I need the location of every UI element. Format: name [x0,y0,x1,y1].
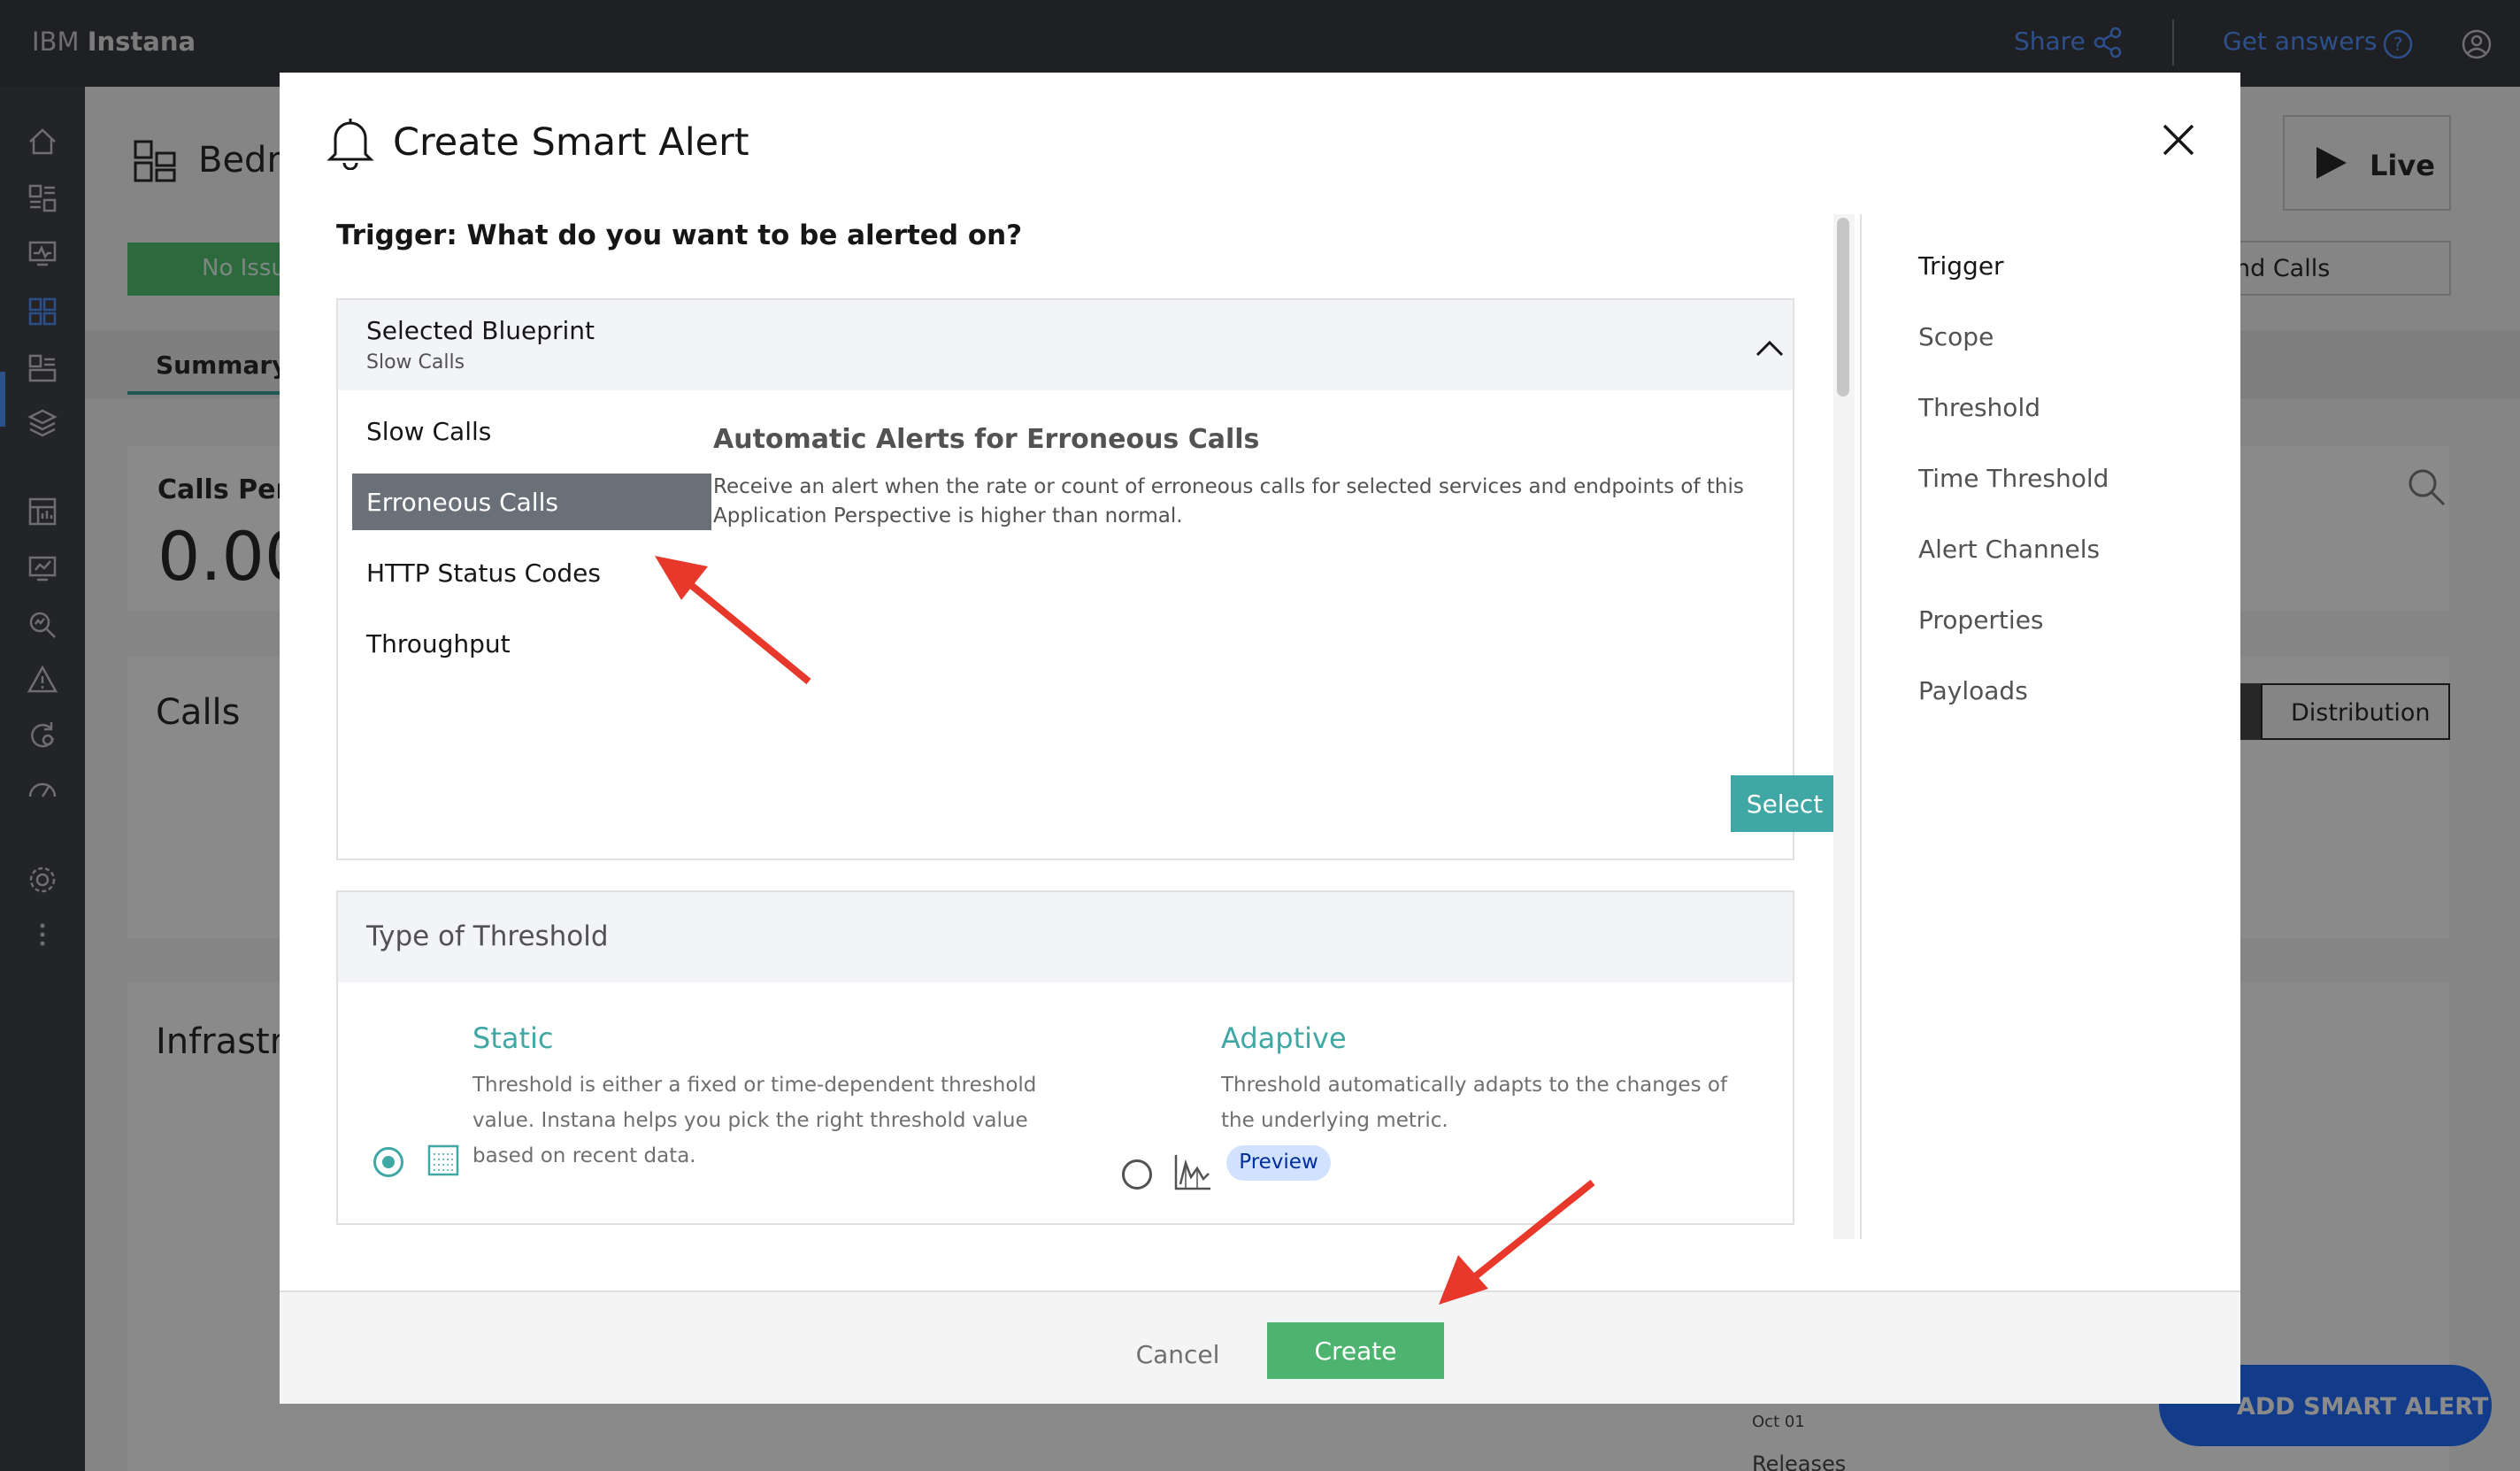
select-button[interactable]: Select [1731,775,1839,832]
blueprint-item-erroneous-calls[interactable]: Erroneous Calls [352,474,711,530]
blueprint-header-selected: Slow Calls [366,351,465,374]
trigger-question: Trigger: What do you want to be alerted … [336,219,1023,251]
step-alert-channels[interactable]: Alert Channels [1918,535,2100,564]
step-nav-divider [1860,214,1862,1239]
threshold-type-title: Type of Threshold [366,920,609,952]
dialog-title: Create Smart Alert [393,120,749,165]
blueprint-panel: Selected Blueprint Slow Calls Slow Calls… [336,298,1839,860]
step-properties[interactable]: Properties [1918,605,2044,635]
content-scrollbar-thumb[interactable] [1837,218,1849,397]
blueprint-header-title: Selected Blueprint [366,316,595,345]
blueprint-item-slow-calls[interactable]: Slow Calls [352,403,711,459]
static-threshold-icon [427,1144,459,1176]
adaptive-title[interactable]: Adaptive [1221,1021,1347,1055]
blueprint-description-title: Automatic Alerts for Erroneous Calls [713,424,1260,455]
create-button[interactable]: Create [1267,1322,1444,1379]
step-time-threshold[interactable]: Time Threshold [1918,464,2109,493]
dialog-footer: Cancel Create [280,1290,2240,1404]
threshold-type-panel: Type of Threshold Static Threshold is ei… [336,890,1794,1225]
adaptive-radio[interactable] [1122,1159,1152,1190]
create-smart-alert-dialog: Create Smart Alert Trigger: What do you … [280,73,2240,1404]
threshold-type-header: Type of Threshold [338,892,1793,982]
chevron-up-icon[interactable] [1756,339,1784,357]
step-trigger[interactable]: Trigger [1918,251,2004,281]
static-radio[interactable] [373,1147,403,1177]
adaptive-threshold-icon [1174,1155,1210,1190]
close-icon[interactable] [2161,122,2196,158]
blueprint-description-text: Receive an alert when the rate or count … [713,475,1744,528]
step-threshold[interactable]: Threshold [1918,393,2040,422]
blueprint-header[interactable]: Selected Blueprint Slow Calls [338,300,1793,390]
preview-badge: Preview [1226,1145,1331,1181]
step-scope[interactable]: Scope [1918,322,1994,351]
adaptive-description: Threshold automatically adapts to the ch… [1221,1074,1728,1132]
static-title[interactable]: Static [472,1021,554,1055]
step-payloads[interactable]: Payloads [1918,676,2028,705]
blueprint-item-throughput[interactable]: Throughput [352,615,711,672]
blueprint-item-http-status-codes[interactable]: HTTP Status Codes [352,544,711,601]
cancel-button[interactable]: Cancel [1111,1328,1244,1381]
static-description: Threshold is either a fixed or time-depe… [472,1074,1037,1167]
bell-icon [327,119,374,170]
